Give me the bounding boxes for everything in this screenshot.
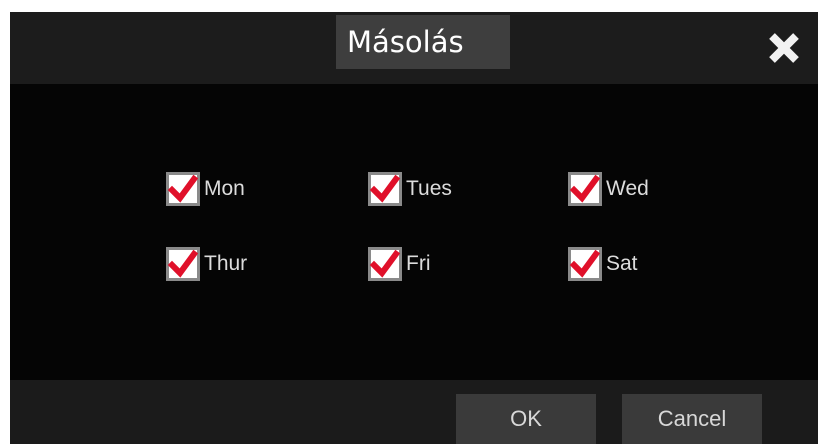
day-label: Mon	[204, 177, 245, 200]
checkbox-checked-icon[interactable]	[166, 247, 200, 281]
checkbox-checked-icon[interactable]	[568, 172, 602, 206]
day-label: Fri	[406, 252, 431, 275]
day-option-sat[interactable]: Sat	[568, 247, 638, 281]
close-icon	[769, 33, 799, 63]
cancel-button[interactable]: Cancel	[622, 394, 762, 444]
copy-dialog: Másolás Mon Tues Wed Thur Fri Sat OK Can…	[10, 12, 818, 444]
checkbox-checked-icon[interactable]	[368, 247, 402, 281]
checkbox-checked-icon[interactable]	[368, 172, 402, 206]
day-option-tues[interactable]: Tues	[368, 172, 452, 206]
day-option-wed[interactable]: Wed	[568, 172, 649, 206]
dialog-titlebar: Másolás	[10, 12, 818, 84]
day-option-thur[interactable]: Thur	[166, 247, 247, 281]
day-label: Thur	[204, 252, 248, 275]
day-label: Sat	[606, 252, 638, 275]
dialog-title: Másolás	[336, 15, 510, 69]
day-option-fri[interactable]: Fri	[368, 247, 431, 281]
dialog-footer: OK Cancel	[10, 380, 818, 444]
day-label: Tues	[406, 177, 452, 200]
day-option-mon[interactable]: Mon	[166, 172, 245, 206]
ok-button[interactable]: OK	[456, 394, 596, 444]
day-label: Wed	[606, 177, 649, 200]
checkbox-checked-icon[interactable]	[568, 247, 602, 281]
close-button[interactable]	[762, 26, 806, 70]
checkbox-checked-icon[interactable]	[166, 172, 200, 206]
